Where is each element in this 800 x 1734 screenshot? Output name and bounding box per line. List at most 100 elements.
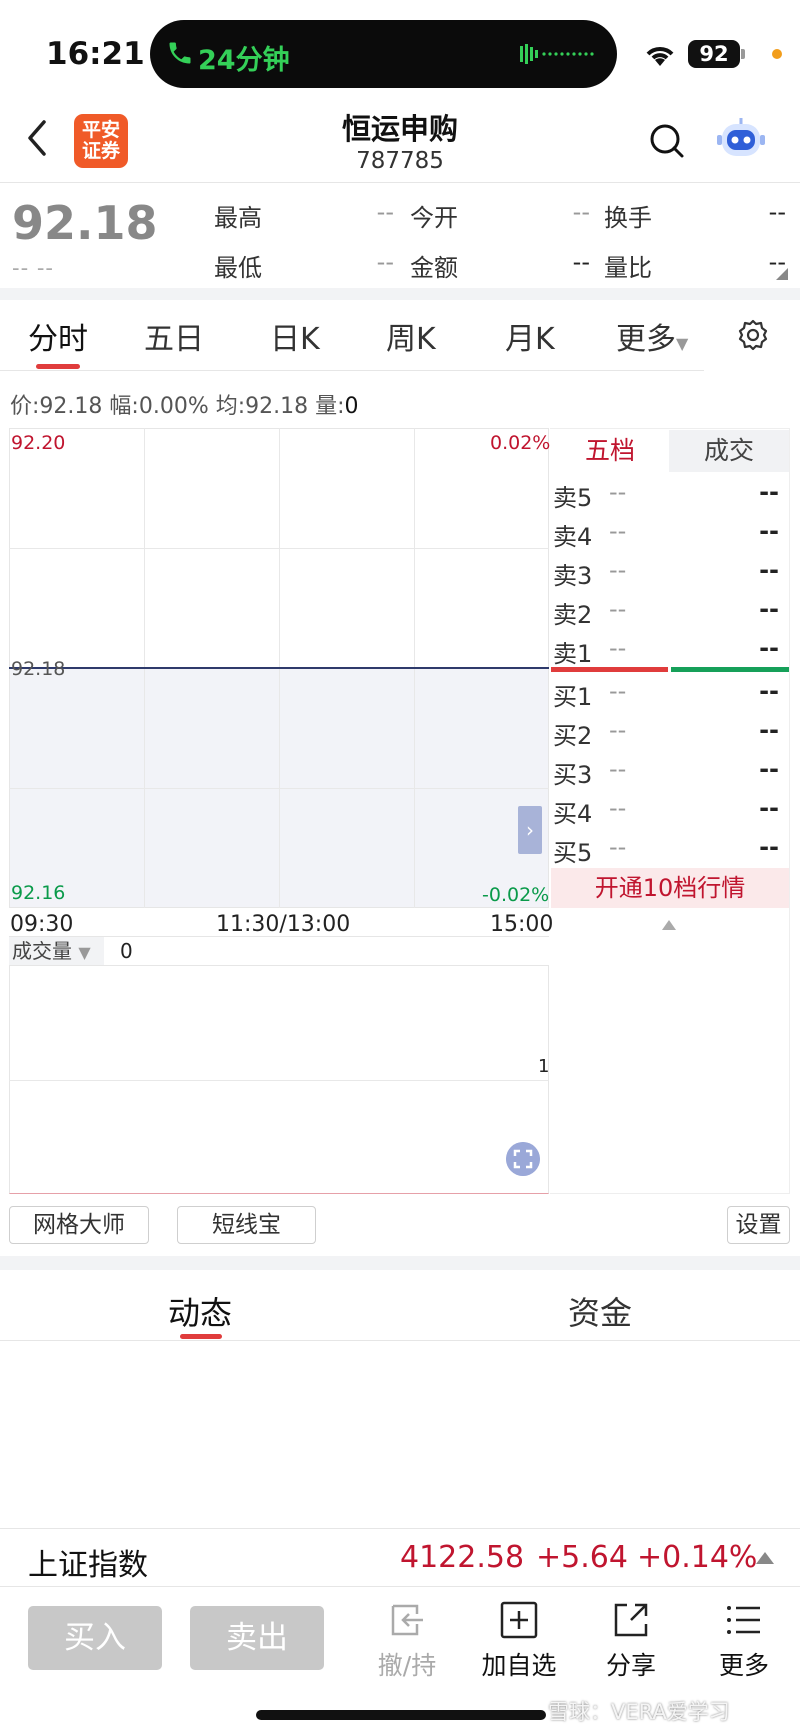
ask-label: 卖5 <box>553 484 593 512</box>
ask-label: 卖2 <box>553 601 593 629</box>
bid-row: 买4 -- -- <box>553 788 785 828</box>
info-price-label: 价: <box>10 394 40 419</box>
expand-up-icon[interactable] <box>756 1552 774 1564</box>
tab-more[interactable]: 更多▼ <box>616 314 688 358</box>
bid-label: 买1 <box>553 683 593 711</box>
share-button[interactable]: 分享 <box>581 1600 681 1692</box>
ask-vol: -- <box>759 556 779 584</box>
y-tick-mid: 92.18 <box>11 658 66 680</box>
wifi-icon <box>646 47 674 66</box>
divider <box>0 1340 800 1341</box>
upgrade-10-level-button[interactable]: 开通10档行情 <box>551 868 789 908</box>
ask-vol: -- <box>759 634 779 662</box>
more-button[interactable]: 更多 <box>694 1600 794 1692</box>
call-duration: 24分钟 <box>198 45 290 76</box>
x-tick-close: 15:00 <box>490 912 554 937</box>
info-vol-label: 量: <box>315 394 345 419</box>
tab-intraday[interactable]: 分时 <box>28 314 88 358</box>
cancel-hold-label: 撤/持 <box>377 1651 437 1680</box>
tab-daily-k[interactable]: 日K <box>270 314 320 358</box>
info-vol: 0 <box>344 394 359 419</box>
bid-row: 买3 -- -- <box>553 749 785 789</box>
index-pct: +0.14% <box>637 1540 758 1575</box>
bid-row: 买2 -- -- <box>553 710 785 750</box>
short-line-button[interactable]: 短线宝 <box>177 1206 316 1244</box>
volume-value: 0 <box>120 939 133 963</box>
ask-label: 卖4 <box>553 523 593 551</box>
watermark: 雪球：VERA爱学习 <box>548 1700 730 1724</box>
audio-wave-icon <box>520 44 594 64</box>
quote-label-volume-ratio: 量比 <box>604 254 652 282</box>
search-icon[interactable] <box>648 122 686 160</box>
x-tick-open: 09:30 <box>10 912 74 937</box>
phone-icon <box>169 42 191 64</box>
pct-tick-bottom: -0.02% <box>482 884 550 906</box>
collapse-up-icon[interactable] <box>662 920 676 930</box>
fullscreen-icon[interactable] <box>506 1142 540 1176</box>
ask-price: -- <box>609 595 627 623</box>
bid-label: 买5 <box>553 839 593 867</box>
tab-five-day[interactable]: 五日 <box>144 314 204 358</box>
robot-assistant-icon[interactable] <box>716 116 766 164</box>
ask-label: 卖1 <box>553 640 593 668</box>
share-label: 分享 <box>605 1651 656 1680</box>
tab-five-levels[interactable]: 五档 <box>551 430 669 472</box>
volume-indicator-select[interactable]: 成交量 ▼ <box>9 937 104 965</box>
price-line <box>9 667 549 669</box>
add-square-icon <box>500 1601 538 1639</box>
ask-row: 卖1 -- -- <box>553 628 785 668</box>
ask-price: -- <box>609 634 627 662</box>
tab-monthly-k[interactable]: 月K <box>505 314 555 358</box>
quote-label-high: 最高 <box>214 204 262 232</box>
dynamic-island[interactable]: 24分钟 <box>150 20 617 88</box>
bid-row: 买1 -- -- <box>553 671 785 711</box>
share-icon <box>614 1603 648 1637</box>
tab-weekly-k[interactable]: 周K <box>386 314 436 358</box>
y-tick-bottom: 92.16 <box>11 882 66 904</box>
battery-indicator: 92 <box>688 40 740 68</box>
ask-vol: -- <box>759 595 779 623</box>
bid-price: -- <box>609 794 627 822</box>
add-favorite-button[interactable]: 加自选 <box>469 1600 569 1692</box>
bid-row: 买5 -- -- <box>553 827 785 867</box>
grid-line <box>9 548 549 549</box>
quote-label-open: 今开 <box>410 204 458 232</box>
section-gap <box>0 288 800 300</box>
home-indicator[interactable] <box>256 1710 546 1720</box>
ask-row: 卖3 -- -- <box>553 550 785 590</box>
index-value: 4122.58 <box>400 1540 525 1575</box>
tab-trades[interactable]: 成交 <box>669 430 789 472</box>
info-amp: 0.00% <box>138 394 209 419</box>
settings-button[interactable]: 设置 <box>727 1206 790 1244</box>
grid-line <box>9 788 549 789</box>
index-name[interactable]: 上证指数 <box>28 1540 148 1584</box>
quote-value-amount: -- <box>572 248 590 276</box>
quote-value-open: -- <box>572 198 590 226</box>
divider <box>0 1528 800 1529</box>
battery-tip <box>741 49 745 59</box>
ask-price: -- <box>609 478 627 506</box>
quote-value-high: -- <box>376 198 394 226</box>
ask-price: -- <box>609 556 627 584</box>
grid-master-button[interactable]: 网格大师 <box>9 1206 149 1244</box>
divider <box>0 182 800 183</box>
info-amp-label: 幅: <box>109 394 139 419</box>
expand-corner-icon[interactable] <box>776 268 788 280</box>
bid-vol: -- <box>759 716 779 744</box>
bid-price: -- <box>609 755 627 783</box>
chevron-right-icon[interactable]: › <box>518 806 542 854</box>
cancel-hold-button[interactable]: 撤/持 <box>357 1600 457 1692</box>
crosshair-info: 价:92.18 幅:0.00% 均:92.18 量:0 <box>10 388 359 420</box>
gear-icon[interactable] <box>736 318 770 352</box>
price-change: -- -- <box>12 256 54 280</box>
tab-news[interactable]: 动态 <box>168 1288 232 1334</box>
ask-price: -- <box>609 517 627 545</box>
buy-button[interactable]: 买入 <box>28 1606 162 1670</box>
volume-axis-max: 1 <box>538 1056 550 1077</box>
status-bar: 16:21 24分钟 92 <box>0 0 800 100</box>
sell-button[interactable]: 卖出 <box>190 1606 324 1670</box>
chevron-down-icon: ▼ <box>676 334 689 353</box>
info-avg-label: 均: <box>215 394 246 419</box>
tab-funds[interactable]: 资金 <box>568 1288 632 1334</box>
volume-label: 成交量 <box>12 939 72 963</box>
